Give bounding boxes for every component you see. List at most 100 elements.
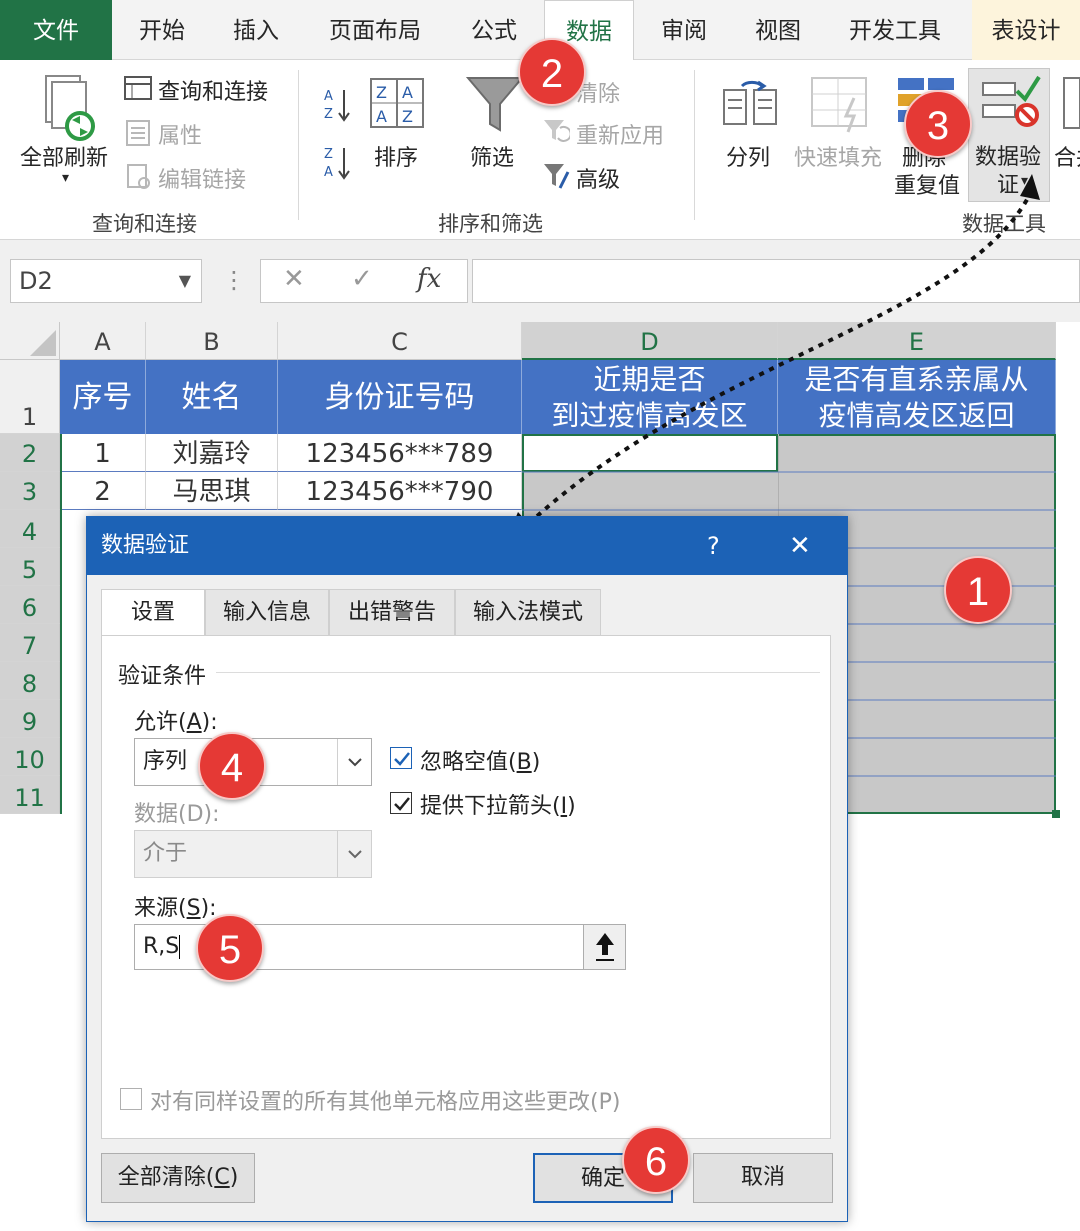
row-header-10[interactable]: 10 <box>0 738 60 776</box>
flash-fill-icon <box>810 76 868 134</box>
sort-descending-icon[interactable]: ZA <box>322 144 352 180</box>
name-box[interactable]: D2 ▼ <box>10 259 202 303</box>
row-header-4[interactable]: 4 <box>0 510 60 548</box>
row-header-8[interactable]: 8 <box>0 662 60 700</box>
svg-text:A: A <box>324 165 333 180</box>
step-badge-5: 5 <box>196 914 264 982</box>
svg-text:Z: Z <box>376 83 387 102</box>
step-badge-4: 4 <box>198 732 266 800</box>
table-cell[interactable]: 123456***789 <box>278 434 522 472</box>
enter-icon[interactable]: ✓ <box>351 264 373 294</box>
table-header-cell[interactable]: 身份证号码 <box>278 360 522 434</box>
row-header-9[interactable]: 9 <box>0 700 60 738</box>
data-select[interactable]: 介于 <box>134 830 372 878</box>
svg-text:A: A <box>376 107 387 126</box>
edit-links-button[interactable]: 编辑链接 <box>158 162 246 194</box>
chevron-down-icon[interactable]: ▾ <box>62 170 69 186</box>
row-header-3[interactable]: 3 <box>0 472 60 510</box>
tab-table-design[interactable]: 表设计 <box>972 0 1080 60</box>
tab-input-message[interactable]: 输入信息 <box>205 589 329 635</box>
sort-button[interactable]: 排序 <box>374 140 418 172</box>
column-header-c[interactable]: C <box>278 322 522 360</box>
table-cell[interactable]: 123456***790 <box>278 472 522 510</box>
text-to-columns-icon[interactable] <box>722 78 778 130</box>
properties-button[interactable]: 属性 <box>158 118 202 150</box>
in-cell-dropdown-label[interactable]: 提供下拉箭头(I) <box>420 788 576 820</box>
tab-review[interactable]: 审阅 <box>642 0 726 60</box>
tab-page-layout[interactable]: 页面布局 <box>312 0 438 60</box>
table-header-cell[interactable]: 姓名 <box>146 360 278 434</box>
tab-settings[interactable]: 设置 <box>101 589 205 637</box>
tab-ime-mode[interactable]: 输入法模式 <box>455 589 601 635</box>
source-input-value: R,S <box>143 934 180 959</box>
row-header-6[interactable]: 6 <box>0 586 60 624</box>
svg-text:A: A <box>402 83 413 102</box>
clear-all-button[interactable]: 全部清除(C) <box>101 1153 255 1203</box>
ignore-blank-label[interactable]: 忽略空值(B) <box>420 744 540 776</box>
table-cell[interactable]: 刘嘉玲 <box>146 434 278 472</box>
tab-formulas[interactable]: 公式 <box>452 0 536 60</box>
consolidate-icon[interactable] <box>1062 74 1080 132</box>
step-badge-2: 2 <box>518 38 586 106</box>
reapply-icon <box>542 118 572 144</box>
data-label: 数据(D): <box>134 802 220 827</box>
settings-panel: 验证条件 允许(A): 序列 忽略空值(B) 提供下拉箭头(I) 数据(D): … <box>101 635 831 1139</box>
filter-icon[interactable] <box>465 74 525 134</box>
text-cursor <box>179 935 181 959</box>
properties-icon <box>126 120 150 146</box>
tab-view[interactable]: 视图 <box>736 0 820 60</box>
refresh-all-button[interactable]: 全部刷新 <box>20 140 108 172</box>
column-header-a[interactable]: A <box>60 322 146 360</box>
sort-icon[interactable]: ZAAZ <box>370 78 424 128</box>
svg-text:Z: Z <box>324 107 333 122</box>
formula-bar-grip-icon: ⋮ <box>222 266 246 294</box>
help-icon[interactable]: ? <box>707 517 720 575</box>
source-label: 来源(S): <box>134 896 217 921</box>
tab-error-alert[interactable]: 出错警告 <box>329 589 455 635</box>
ignore-blank-checkbox[interactable] <box>390 747 412 769</box>
apply-all-label[interactable]: 对有同样设置的所有其他单元格应用这些更改(P) <box>150 1084 620 1116</box>
apply-all-checkbox[interactable] <box>120 1088 142 1110</box>
close-icon[interactable]: ✕ <box>789 517 811 575</box>
tab-developer[interactable]: 开发工具 <box>832 0 958 60</box>
collapse-dialog-icon[interactable] <box>583 925 625 969</box>
dialog-title-bar[interactable]: 数据验证 ? ✕ <box>87 517 847 575</box>
reapply-button[interactable]: 重新应用 <box>576 118 664 150</box>
cancel-icon[interactable]: ✕ <box>283 264 305 294</box>
table-cell[interactable]: 1 <box>60 434 146 472</box>
annotation-arrow <box>508 174 1040 536</box>
validation-criteria-heading: 验证条件 <box>118 664 207 689</box>
select-all-corner[interactable] <box>0 322 60 360</box>
row-header-1[interactable]: 1 <box>0 360 60 434</box>
queries-connections-button[interactable]: 查询和连接 <box>158 74 268 106</box>
group-separator <box>298 70 299 220</box>
sort-ascending-icon[interactable]: AZ <box>322 86 352 122</box>
svg-text:A: A <box>324 89 333 104</box>
svg-text:Z: Z <box>324 147 333 162</box>
queries-connections-icon <box>124 76 152 100</box>
formula-buttons: ✕ ✓ fx <box>260 259 468 303</box>
fill-handle[interactable] <box>1052 810 1060 818</box>
table-cell[interactable]: 2 <box>60 472 146 510</box>
insert-function-icon[interactable]: fx <box>417 264 441 294</box>
cancel-button[interactable]: 取消 <box>693 1153 833 1203</box>
chevron-down-icon[interactable] <box>337 831 371 877</box>
row-header-2[interactable]: 2 <box>0 434 60 472</box>
tab-home[interactable]: 开始 <box>120 0 204 60</box>
chevron-down-icon[interactable] <box>337 739 371 785</box>
group-label-queries: 查询和连接 <box>92 212 197 236</box>
row-header-5[interactable]: 5 <box>0 548 60 586</box>
edit-links-icon <box>126 164 152 190</box>
tab-insert[interactable]: 插入 <box>214 0 298 60</box>
in-cell-dropdown-checkbox[interactable] <box>390 792 412 814</box>
table-cell[interactable]: 马思琪 <box>146 472 278 510</box>
refresh-all-icon[interactable] <box>42 72 98 142</box>
row-header-7[interactable]: 7 <box>0 624 60 662</box>
row-header-11[interactable]: 11 <box>0 776 60 814</box>
table-header-cell[interactable]: 序号 <box>60 360 146 434</box>
column-header-b[interactable]: B <box>146 322 278 360</box>
tab-file[interactable]: 文件 <box>0 0 112 60</box>
chevron-down-icon[interactable]: ▼ <box>179 260 191 302</box>
data-select-value: 介于 <box>143 841 188 866</box>
allow-select-value: 序列 <box>143 749 188 774</box>
